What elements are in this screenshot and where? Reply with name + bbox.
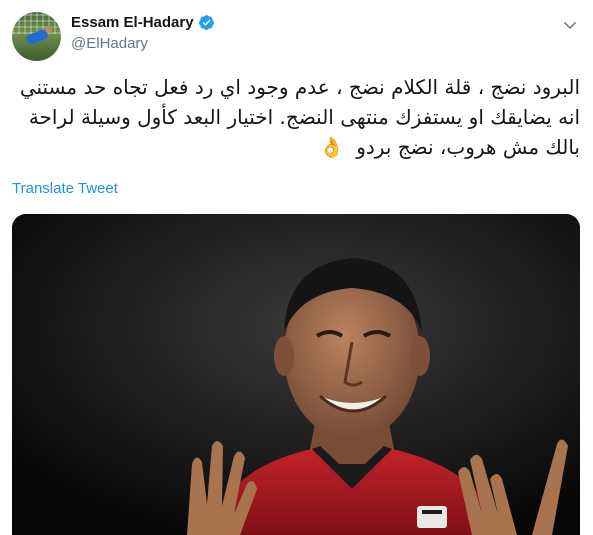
tweet-photo[interactable] [12,214,580,535]
verified-badge-icon [198,15,214,30]
display-name[interactable]: Essam El-Hadary [71,14,194,31]
goalkeeper-head-graphic [45,26,52,33]
tweet-text: البرود نضج ، قلة الكلام نضج ، عدم وجود ا… [12,72,580,162]
author-block: Essam El-Hadary @ElHadary [71,14,215,52]
translate-tweet-link[interactable]: Translate Tweet [12,180,118,197]
tweet-photo-illustration [12,214,580,535]
ok-hand-emoji-icon: 👌 [318,135,344,159]
user-handle[interactable]: @ElHadary [71,35,215,52]
chevron-down-icon[interactable] [561,16,579,34]
name-row: Essam El-Hadary [71,14,215,31]
tweet-card: Essam El-Hadary @ElHadary البرود نضج ، ق… [0,0,593,535]
tweet-body: البرود نضج ، قلة الكلام نضج ، عدم وجود ا… [19,75,580,159]
profile-avatar[interactable] [12,12,61,61]
